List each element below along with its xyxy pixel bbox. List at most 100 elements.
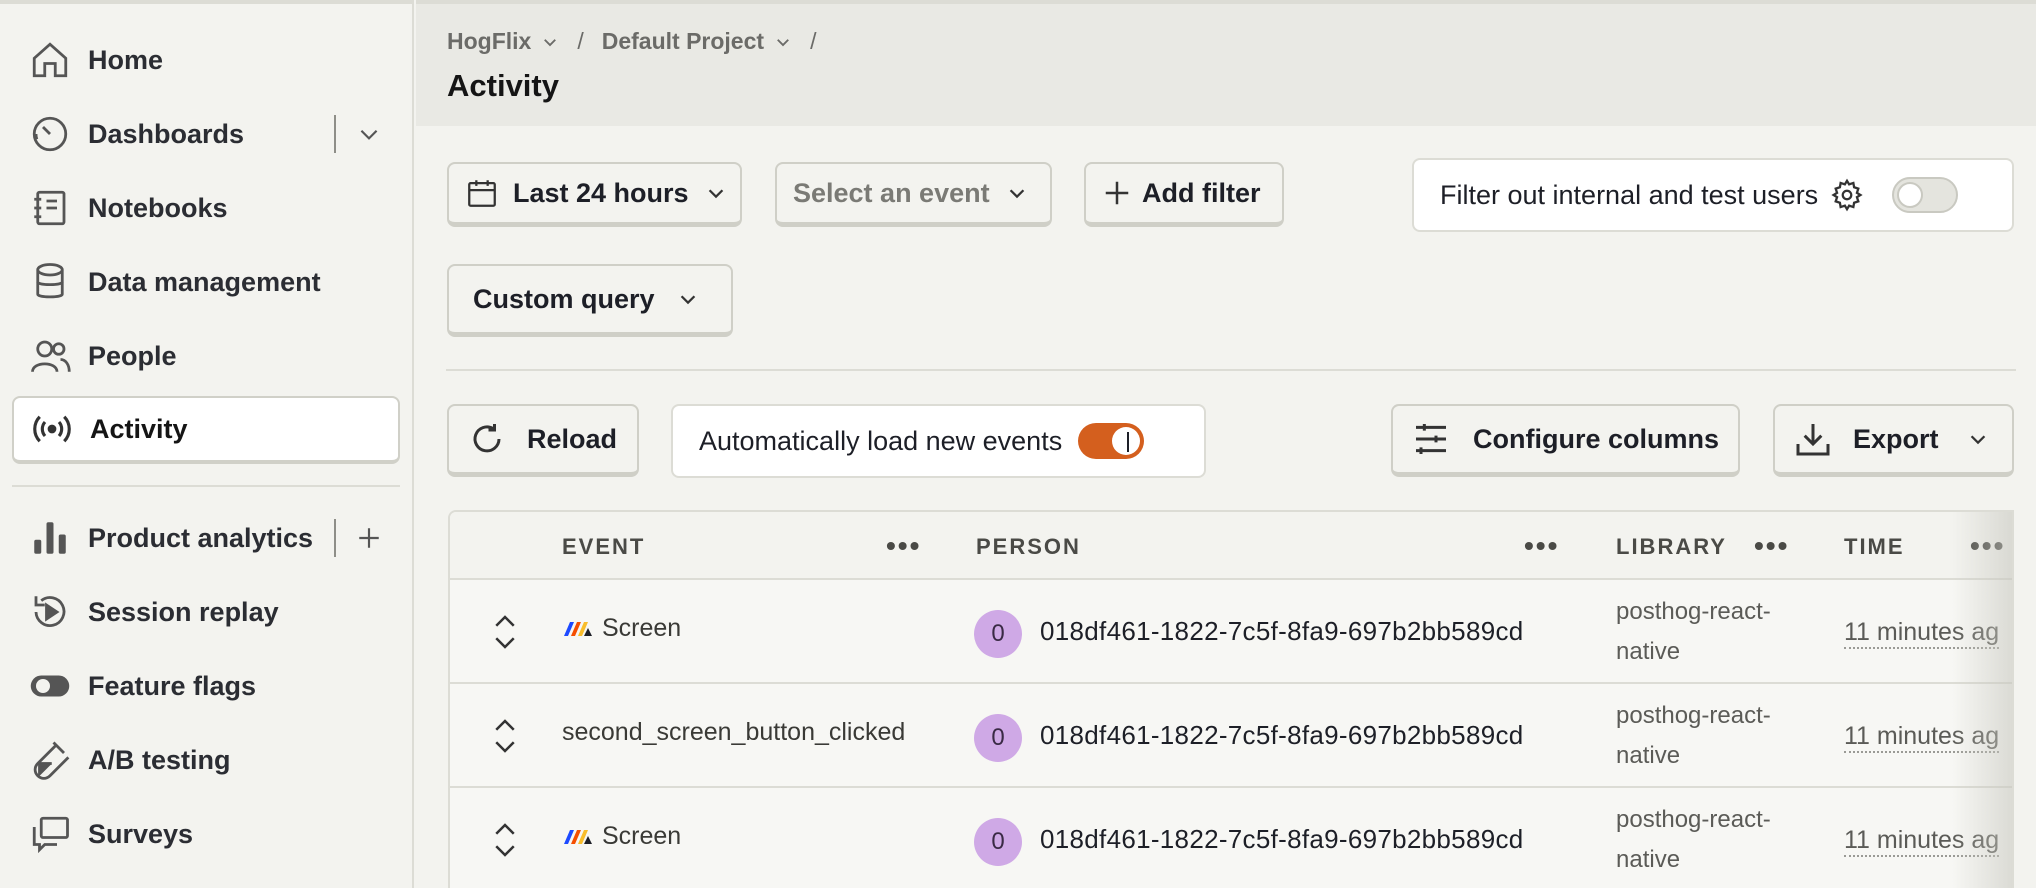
sidebar-item-ab-testing[interactable]: A/B testing xyxy=(12,726,400,794)
sidebar: Home Dashboards Notebooks Data managemen… xyxy=(0,0,414,888)
toggle-icon xyxy=(28,664,72,708)
table-row[interactable]: second_screen_button_clicked 0 018df461-… xyxy=(450,684,2012,788)
chevron-down-icon xyxy=(1970,435,1985,445)
add-filter-button[interactable]: Add filter xyxy=(1084,162,1284,227)
column-menu-icon[interactable]: ••• xyxy=(1524,530,1559,562)
library-name-cont: native xyxy=(1616,638,1681,665)
export-button[interactable]: Export xyxy=(1773,404,2014,477)
sidebar-item-label: A/B testing xyxy=(88,744,231,775)
plus-icon[interactable] xyxy=(356,525,382,551)
configure-columns-button[interactable]: Configure columns xyxy=(1391,404,1740,477)
column-header-time[interactable]: TIME xyxy=(1844,534,1905,560)
breadcrumb-separator: / xyxy=(810,28,817,54)
gear-icon[interactable] xyxy=(1830,178,1864,212)
notebook-icon xyxy=(28,186,72,230)
sidebar-item-label: Data management xyxy=(88,266,321,297)
sidebar-item-home[interactable]: Home xyxy=(12,26,400,94)
events-table: EVENT ••• PERSON ••• LIBRARY ••• TIME ••… xyxy=(448,510,2014,888)
screen-event-icon xyxy=(564,829,592,844)
chat-icon xyxy=(28,812,72,856)
activity-icon xyxy=(30,407,74,451)
dashboard-icon xyxy=(28,112,72,156)
sidebar-item-feature-flags[interactable]: Feature flags xyxy=(12,652,400,720)
chevron-down-icon xyxy=(777,38,789,46)
page-header: HogFlix / Default Project / Activity xyxy=(416,0,2036,126)
sidebar-item-notebooks[interactable]: Notebooks xyxy=(12,174,400,242)
expand-icon[interactable] xyxy=(490,820,520,860)
internal-users-toggle[interactable] xyxy=(1892,177,1959,213)
table-row[interactable]: Screen 0 018df461-1822-7c5f-8fa9-697b2bb… xyxy=(450,580,2012,684)
configure-columns-label: Configure columns xyxy=(1473,423,1720,454)
chevron-down-icon xyxy=(708,189,723,199)
screen-event-icon xyxy=(564,621,592,636)
expand-icon[interactable] xyxy=(490,612,520,652)
person-id[interactable]: 018df461-1822-7c5f-8fa9-697b2bb589cd xyxy=(1040,824,1524,855)
breadcrumb-org[interactable]: HogFlix xyxy=(447,28,559,55)
sidebar-item-people[interactable]: People xyxy=(12,322,400,390)
sidebar-item-label: Home xyxy=(88,44,164,75)
column-header-event[interactable]: EVENT xyxy=(562,534,645,560)
sidebar-item-activity[interactable]: Activity xyxy=(12,396,400,464)
event-name: Screen xyxy=(602,822,682,850)
sidebar-item-label: Feature flags xyxy=(88,670,257,701)
chevron-down-icon xyxy=(680,295,695,305)
column-menu-icon[interactable]: ••• xyxy=(1970,530,2005,562)
table-header: EVENT ••• PERSON ••• LIBRARY ••• TIME ••… xyxy=(450,512,2012,580)
sidebar-item-surveys[interactable]: Surveys xyxy=(12,800,400,868)
chevron-down-icon xyxy=(1009,189,1024,199)
chevron-down-icon[interactable] xyxy=(356,121,382,147)
reload-button[interactable]: Reload xyxy=(447,404,639,477)
avatar: 0 xyxy=(974,610,1022,658)
plus-icon xyxy=(1105,181,1129,205)
separator xyxy=(334,519,336,557)
chevron-down-icon xyxy=(544,38,557,46)
sidebar-item-label: Surveys xyxy=(88,818,194,849)
sidebar-item-product-analytics[interactable]: Product analytics xyxy=(12,504,400,572)
column-header-library[interactable]: LIBRARY xyxy=(1616,534,1727,560)
column-menu-icon[interactable]: ••• xyxy=(1754,530,1789,562)
custom-query-button[interactable]: Custom query xyxy=(447,264,733,337)
breadcrumb-separator: / xyxy=(577,28,584,54)
event-time: 11 minutes ag xyxy=(1844,618,2000,649)
expand-icon[interactable] xyxy=(490,716,520,756)
column-menu-icon[interactable]: ••• xyxy=(886,530,921,562)
sidebar-item-session-replay[interactable]: Session replay xyxy=(12,578,400,646)
refresh-icon xyxy=(473,424,501,453)
table-row[interactable]: Screen 0 018df461-1822-7c5f-8fa9-697b2bb… xyxy=(450,788,2012,888)
reload-label: Reload xyxy=(527,423,618,454)
sidebar-item-label: Session replay xyxy=(88,596,279,627)
database-icon xyxy=(28,260,72,304)
add-filter-label: Add filter xyxy=(1142,177,1261,208)
sidebar-item-label: Notebooks xyxy=(88,192,228,223)
replay-icon xyxy=(28,590,72,634)
date-range-button[interactable]: Last 24 hours xyxy=(447,162,742,227)
separator xyxy=(334,115,336,153)
home-icon xyxy=(28,38,72,82)
download-icon xyxy=(1796,424,1830,456)
sidebar-divider xyxy=(12,485,400,487)
sidebar-item-label: Dashboards xyxy=(88,118,245,149)
auto-load-label: Automatically load new events xyxy=(699,425,1063,456)
internal-users-label: Filter out internal and test users xyxy=(1440,179,1819,210)
sidebar-item-label: People xyxy=(88,340,177,371)
export-label: Export xyxy=(1853,423,1939,454)
event-time: 11 minutes ag xyxy=(1844,826,2000,857)
people-icon xyxy=(28,334,72,378)
breadcrumb: HogFlix / Default Project / xyxy=(447,28,834,55)
bar-chart-icon xyxy=(28,516,72,560)
event-time: 11 minutes ag xyxy=(1844,722,2000,753)
column-header-person[interactable]: PERSON xyxy=(976,534,1081,560)
person-id[interactable]: 018df461-1822-7c5f-8fa9-697b2bb589cd xyxy=(1040,616,1524,647)
avatar: 0 xyxy=(974,714,1022,762)
breadcrumb-project[interactable]: Default Project xyxy=(602,28,792,55)
avatar: 0 xyxy=(974,818,1022,866)
date-range-label: Last 24 hours xyxy=(513,177,689,208)
sidebar-item-data-management[interactable]: Data management xyxy=(12,248,400,316)
library-name: posthog-react- xyxy=(1616,806,1771,833)
auto-load-toggle[interactable] xyxy=(1078,423,1145,459)
sidebar-item-dashboards[interactable]: Dashboards xyxy=(12,100,400,168)
event-select[interactable]: Select an event xyxy=(775,162,1052,227)
library-name-cont: native xyxy=(1616,742,1681,769)
sidebar-item-label: Activity xyxy=(90,413,188,444)
person-id[interactable]: 018df461-1822-7c5f-8fa9-697b2bb589cd xyxy=(1040,720,1524,751)
